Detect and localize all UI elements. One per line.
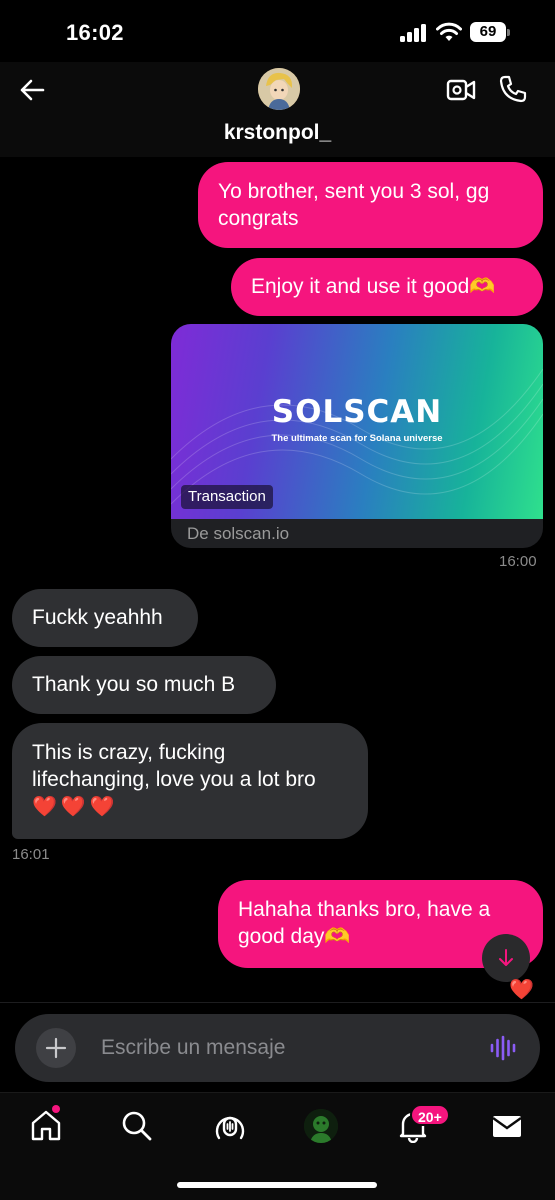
- home-notification-dot: [52, 1105, 60, 1113]
- spaces-icon[interactable]: [213, 1109, 247, 1143]
- timestamp: 16:01: [12, 846, 50, 863]
- status-time: 16:02: [66, 20, 124, 45]
- notifications-badge: 20+: [410, 1104, 450, 1126]
- message-text: Yo brother, sent you 3 sol, gg congrats: [218, 180, 490, 230]
- home-icon[interactable]: [29, 1109, 63, 1143]
- message-text: Hahaha thanks bro, have a good day🫶: [238, 898, 491, 948]
- message-bubble-outgoing[interactable]: Enjoy it and use it good🫶: [231, 258, 543, 316]
- arrow-down-icon: [499, 949, 513, 966]
- message-text: Fuckk yeahhh: [32, 606, 163, 629]
- divider: [0, 1002, 555, 1003]
- battery-icon: 69: [470, 22, 510, 42]
- solscan-logo: SOLSCAN: [271, 394, 443, 430]
- message-bubble-incoming[interactable]: This is crazy, fucking lifechanging, lov…: [12, 723, 368, 839]
- add-attachment-button[interactable]: [36, 1028, 76, 1068]
- chat-header: krstonpol_: [0, 62, 555, 157]
- message-text: Enjoy it and use it good🫶: [251, 275, 496, 298]
- scroll-to-bottom-button[interactable]: [482, 934, 530, 982]
- avatar[interactable]: [258, 68, 300, 110]
- contact-name[interactable]: krstonpol_: [0, 121, 555, 145]
- voice-waveform-icon[interactable]: [489, 1034, 519, 1062]
- back-arrow-icon[interactable]: [18, 76, 46, 104]
- status-bar: 16:02 69: [0, 0, 555, 62]
- message-bubble-incoming[interactable]: Thank you so much B: [12, 656, 276, 714]
- message-bubble-incoming[interactable]: Fuckk yeahhh: [12, 589, 198, 647]
- transaction-chip: Transaction: [181, 485, 273, 509]
- timestamp: 16:00: [499, 553, 537, 570]
- message-text: Thank you so much B: [32, 673, 236, 696]
- grok-icon[interactable]: [304, 1109, 338, 1143]
- heart-reaction[interactable]: ❤️: [509, 977, 534, 1002]
- message-input[interactable]: [101, 1032, 471, 1064]
- home-indicator[interactable]: [177, 1182, 377, 1188]
- link-domain: De solscan.io: [187, 524, 290, 543]
- link-preview-image: SOLSCAN The ultimate scan for Solana uni…: [171, 324, 543, 519]
- message-composer: [15, 1014, 540, 1082]
- mail-icon[interactable]: [490, 1109, 524, 1143]
- video-call-icon[interactable]: [446, 76, 476, 104]
- plus-icon: [45, 1037, 67, 1059]
- link-preview-card[interactable]: SOLSCAN The ultimate scan for Solana uni…: [171, 324, 543, 548]
- phone-icon[interactable]: [498, 74, 528, 104]
- message-bubble-outgoing[interactable]: Yo brother, sent you 3 sol, gg congrats: [198, 162, 543, 248]
- battery-level: 69: [470, 22, 506, 42]
- solscan-tagline: The ultimate scan for Solana universe: [271, 433, 443, 444]
- wifi-icon: [436, 22, 462, 41]
- search-icon[interactable]: [120, 1109, 154, 1143]
- hearts-emoji: ❤️❤️❤️: [32, 796, 119, 818]
- message-text: This is crazy, fucking lifechanging, lov…: [32, 741, 316, 791]
- cellular-signal-icon: [400, 24, 428, 42]
